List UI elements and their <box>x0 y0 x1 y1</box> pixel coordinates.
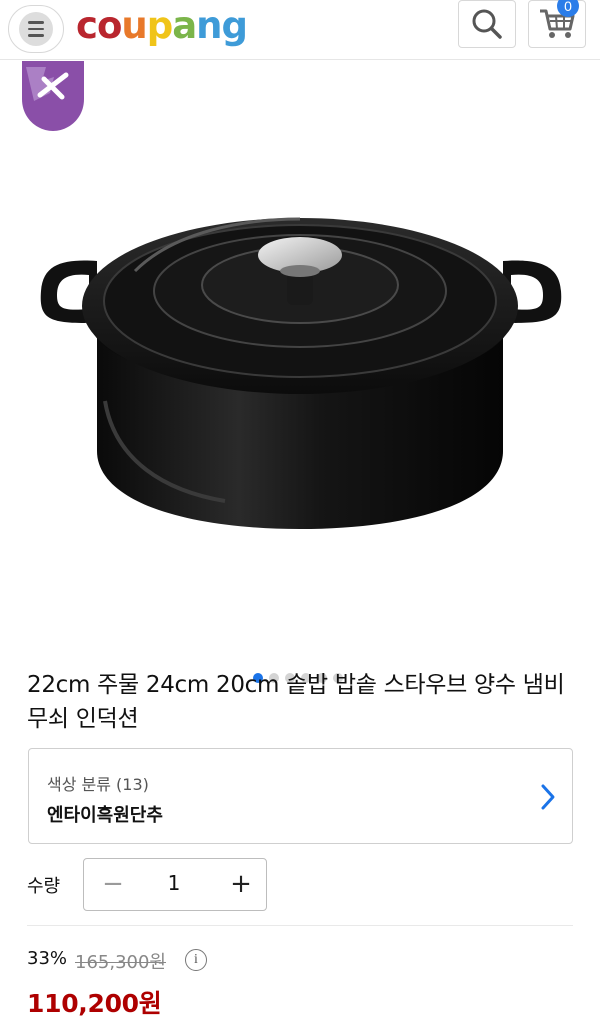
cart-button[interactable]: 0 <box>528 0 586 48</box>
product-image <box>40 217 562 529</box>
increase-button[interactable]: + <box>226 870 256 900</box>
product-gallery[interactable] <box>0 61 600 683</box>
menu-button[interactable] <box>8 5 64 53</box>
chevron-right-icon <box>541 784 555 810</box>
option-value: 엔타이흑원단추 <box>47 805 163 826</box>
search-button[interactable] <box>458 0 516 48</box>
option-label: 색상 분류 (13) <box>47 775 149 794</box>
info-icon[interactable]: i <box>185 949 207 971</box>
divider <box>27 925 573 926</box>
quantity-stepper: − 1 + <box>83 858 267 911</box>
menu-icon <box>19 12 53 46</box>
top-header: coupang 0 <box>0 0 600 60</box>
discount-rate: 33% <box>27 948 68 969</box>
search-icon <box>472 9 502 39</box>
quantity-label: 수량 <box>27 876 61 897</box>
quantity-input[interactable]: 1 <box>154 871 194 895</box>
seller-badge-icon <box>22 61 84 131</box>
color-option-selector[interactable]: 색상 분류 (13) 엔타이흑원단추 <box>28 748 573 844</box>
coupang-logo[interactable]: coupang <box>76 2 248 50</box>
product-title: 22cm 주물 24cm 20cm 솥밥 밥솥 스타우브 양수 냄비 무쇠 인덕… <box>27 672 565 732</box>
decrease-button[interactable]: − <box>98 870 128 900</box>
sale-price: 110,200원 <box>27 989 162 1018</box>
original-price: 165,300원 <box>75 952 166 973</box>
